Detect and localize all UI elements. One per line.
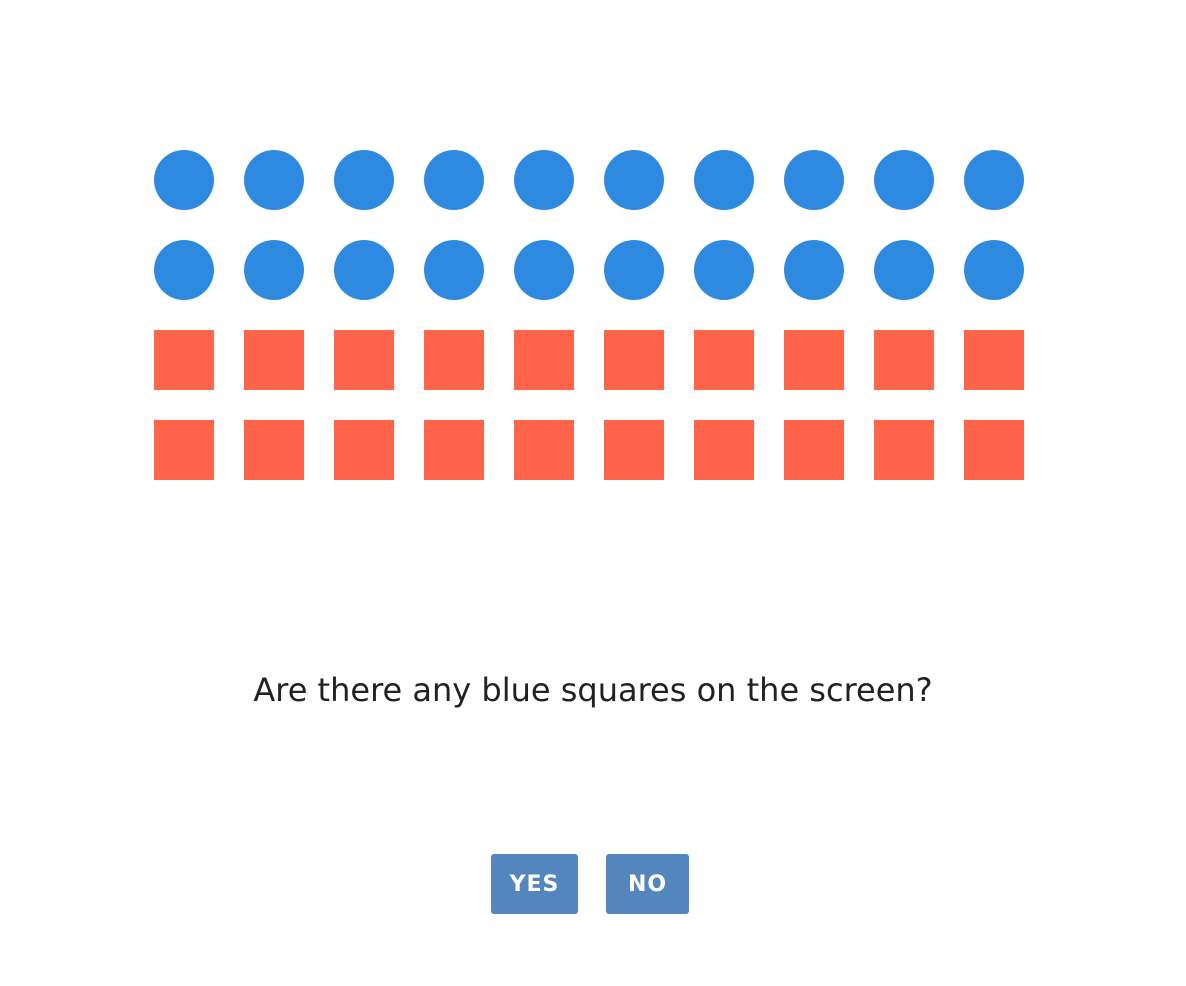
blue-circle xyxy=(334,240,394,300)
no-button[interactable]: NO xyxy=(606,854,689,914)
blue-circle xyxy=(874,150,934,210)
blue-circle xyxy=(424,150,484,210)
blue-circle xyxy=(694,150,754,210)
blue-circle xyxy=(964,240,1024,300)
red-square xyxy=(514,420,574,480)
blue-circle xyxy=(244,150,304,210)
red-square xyxy=(424,420,484,480)
red-square xyxy=(874,420,934,480)
blue-circle xyxy=(154,240,214,300)
blue-circle xyxy=(694,240,754,300)
red-square xyxy=(244,420,304,480)
red-square xyxy=(334,420,394,480)
red-square xyxy=(334,330,394,390)
blue-circle xyxy=(244,240,304,300)
blue-circle xyxy=(154,150,214,210)
blue-circle xyxy=(334,150,394,210)
blue-circle xyxy=(424,240,484,300)
red-square xyxy=(604,330,664,390)
blue-circle xyxy=(874,240,934,300)
red-square xyxy=(244,330,304,390)
red-square xyxy=(604,420,664,480)
yes-button[interactable]: YES xyxy=(491,854,578,914)
red-square xyxy=(154,420,214,480)
red-square xyxy=(424,330,484,390)
red-square xyxy=(784,330,844,390)
red-square xyxy=(514,330,574,390)
blue-circle xyxy=(514,150,574,210)
red-square xyxy=(154,330,214,390)
blue-circle xyxy=(784,150,844,210)
red-square xyxy=(694,330,754,390)
red-square xyxy=(964,330,1024,390)
red-square xyxy=(694,420,754,480)
question-text: Are there any blue squares on the screen… xyxy=(253,671,933,709)
blue-circle xyxy=(964,150,1024,210)
red-square xyxy=(874,330,934,390)
blue-circle xyxy=(514,240,574,300)
blue-circle xyxy=(604,240,664,300)
stimulus-grid xyxy=(154,150,1026,480)
blue-circle xyxy=(784,240,844,300)
red-square xyxy=(784,420,844,480)
blue-circle xyxy=(604,150,664,210)
red-square xyxy=(964,420,1024,480)
